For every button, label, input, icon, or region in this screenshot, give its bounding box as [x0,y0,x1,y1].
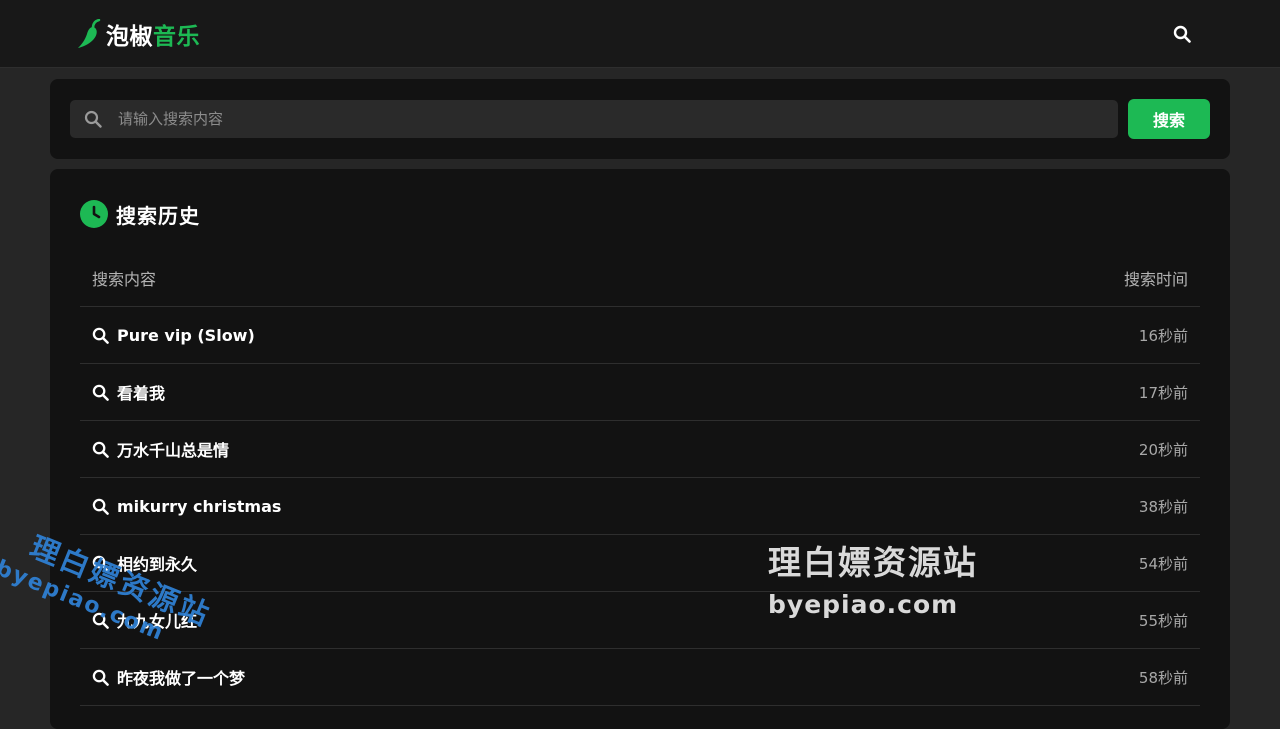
history-query-text: 万水千山总是情 [117,441,230,460]
search-field-wrapper [70,100,1118,138]
logo-text-white: 泡椒 [106,24,153,50]
chili-pepper-icon [78,19,101,48]
history-row[interactable]: 看着我 17秒前 [80,364,1200,421]
search-icon [1173,25,1191,43]
history-row[interactable]: mikurry christmas 38秒前 [80,478,1200,535]
history-time: 38秒前 [1138,497,1188,516]
column-header-content: 搜索内容 [92,269,157,289]
history-row[interactable]: Pure vip (Slow) 16秒前 [80,307,1200,364]
history-time: 54秒前 [1138,554,1188,573]
search-panel: 搜索 [50,79,1230,159]
history-title: 搜索历史 [116,203,200,228]
history-time: 58秒前 [1138,668,1188,687]
history-query-text: 看着我 [117,384,166,403]
history-table: 搜索内容 搜索时间 Pure vip (Slow) 16秒前看着我 17秒前万水千山… [80,249,1200,706]
search-field-icon-wrap [70,110,116,128]
history-row[interactable]: 九九女儿红 55秒前 [80,592,1200,649]
search-history-panel: 搜索历史 搜索内容 搜索时间 Pure vip (Slow) 16秒前看着我 17秒… [50,169,1230,729]
logo-text-green: 音乐 [153,24,200,50]
history-query-text: 九九女儿红 [117,612,198,631]
history-time: 17秒前 [1138,383,1188,402]
history-heading: 搜索历史 [80,200,200,228]
history-rows: Pure vip (Slow) 16秒前看着我 17秒前万水千山总是情 20秒前 mik… [80,307,1200,706]
history-query: Pure vip (Slow) [92,326,255,345]
search-button[interactable]: 搜索 [1128,99,1210,139]
history-query: 昨夜我做了一个梦 [92,665,245,689]
search-icon [92,669,109,686]
search-icon [92,327,109,344]
history-time: 16秒前 [1138,326,1188,345]
history-query: 九九女儿红 [92,608,197,632]
history-query-text: 相约到永久 [117,555,198,574]
search-icon [92,384,109,401]
history-row[interactable]: 昨夜我做了一个梦 58秒前 [80,649,1200,706]
top-navbar: 泡椒音乐 [0,0,1280,68]
logo-text: 泡椒音乐 [106,17,200,51]
search-icon [92,441,109,458]
history-query-text: 昨夜我做了一个梦 [117,669,246,688]
history-query-text: mikurry christmas [117,496,282,516]
top-search-button[interactable] [1170,22,1194,46]
search-icon [92,498,109,515]
history-query: 万水千山总是情 [92,437,229,461]
logo[interactable]: 泡椒音乐 [76,18,200,50]
history-row[interactable]: 万水千山总是情 20秒前 [80,421,1200,478]
history-time: 55秒前 [1138,611,1188,630]
search-icon [84,110,102,128]
search-icon [92,555,109,572]
history-query: 看着我 [92,380,165,404]
history-query: 相约到永久 [92,551,197,575]
column-header-time: 搜索时间 [1123,269,1188,289]
table-header: 搜索内容 搜索时间 [80,249,1200,307]
history-row[interactable]: 相约到永久 54秒前 [80,535,1200,592]
search-icon [92,612,109,629]
history-query: mikurry christmas [92,497,281,516]
history-time: 20秒前 [1138,440,1188,459]
history-query-text: Pure vip (Slow) [117,325,255,345]
clock-icon [80,200,108,228]
search-input[interactable] [116,100,1118,138]
